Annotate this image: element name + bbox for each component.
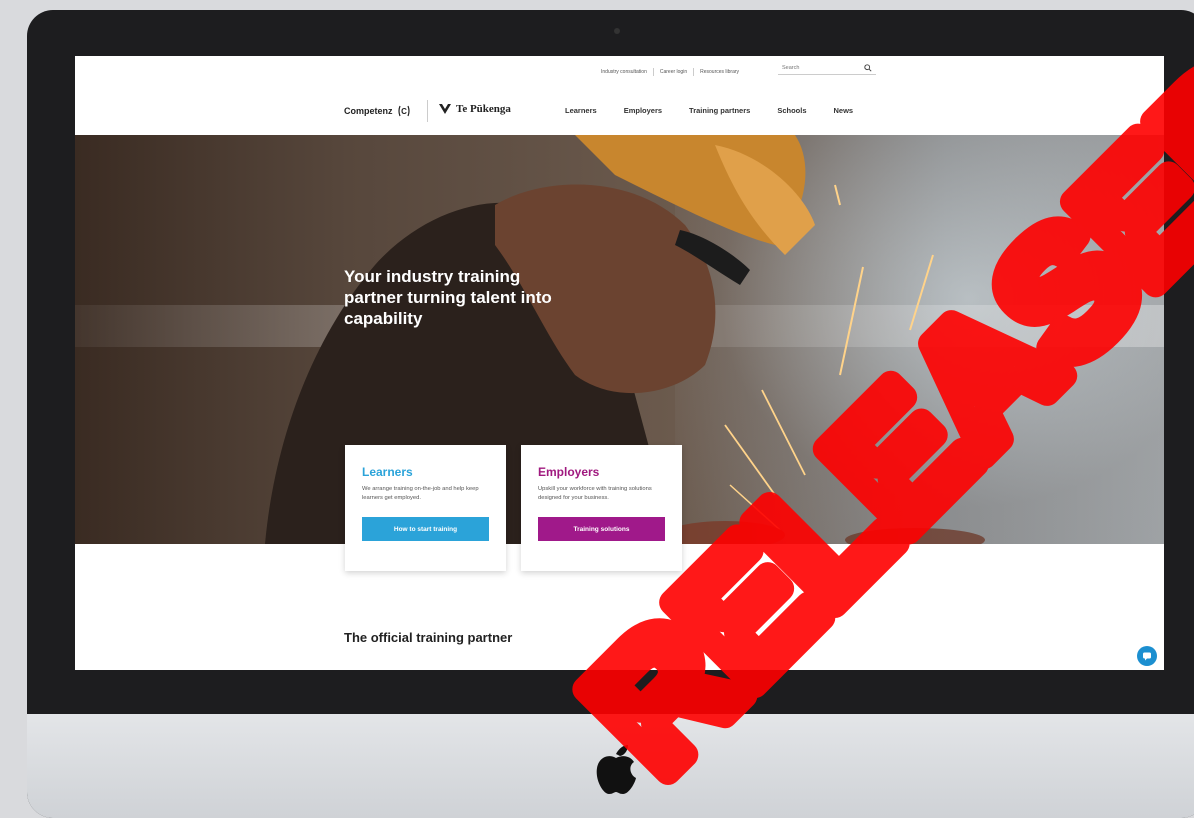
apple-logo-icon — [596, 745, 636, 794]
competenz-logo[interactable]: Competenz C — [344, 104, 411, 118]
employers-card-title: Employers — [538, 465, 600, 479]
employers-card: Employers Upskill your workforce with tr… — [521, 445, 682, 571]
utility-link-industry-consultation[interactable]: Industry consultation — [595, 68, 654, 76]
nav-item-training-partners[interactable]: Training partners — [689, 106, 750, 115]
utility-nav: Industry consultation Career login Resou… — [595, 64, 745, 80]
section-heading: The official training partner — [344, 630, 513, 645]
main-nav: Learners Employers Training partners Sch… — [565, 106, 880, 115]
nav-item-employers[interactable]: Employers — [624, 106, 662, 115]
search-box[interactable] — [778, 61, 876, 75]
utility-link-career-login[interactable]: Career login — [654, 68, 695, 76]
learners-card: Learners We arrange training on-the-job … — [345, 445, 506, 571]
camera-dot — [614, 28, 620, 34]
learners-card-text: We arrange training on-the-job and help … — [362, 486, 479, 501]
nav-item-schools[interactable]: Schools — [777, 106, 806, 115]
search-input[interactable] — [782, 64, 852, 71]
site-header: Competenz C Te Pūkenga Learners Employer… — [75, 100, 1164, 122]
competenz-emblem-icon: C — [397, 105, 410, 117]
svg-text:C: C — [401, 107, 407, 116]
how-to-start-training-button[interactable]: How to start training — [362, 517, 489, 541]
te-pukenga-emblem-icon — [439, 104, 451, 114]
training-solutions-button[interactable]: Training solutions — [538, 517, 665, 541]
imac-monitor: Industry consultation Career login Resou… — [27, 10, 1194, 818]
utility-link-resources[interactable]: Resources library — [694, 68, 745, 76]
brand-divider — [427, 100, 428, 122]
employers-card-text: Upskill your workforce with training sol… — [538, 486, 652, 501]
website-screen: Industry consultation Career login Resou… — [75, 56, 1164, 670]
learners-card-title: Learners — [362, 465, 413, 479]
te-pukenga-wordmark: Te Pūkenga — [456, 103, 511, 115]
hero-headline: Your industry training partner turning t… — [344, 267, 552, 328]
competenz-wordmark: Competenz — [344, 106, 393, 116]
nav-item-news[interactable]: News — [834, 106, 854, 115]
chat-widget-button[interactable] — [1137, 646, 1157, 666]
nav-item-learners[interactable]: Learners — [565, 106, 597, 115]
chat-icon — [1143, 652, 1151, 661]
te-pukenga-logo[interactable]: Te Pūkenga — [438, 103, 511, 115]
search-icon[interactable] — [864, 63, 872, 72]
